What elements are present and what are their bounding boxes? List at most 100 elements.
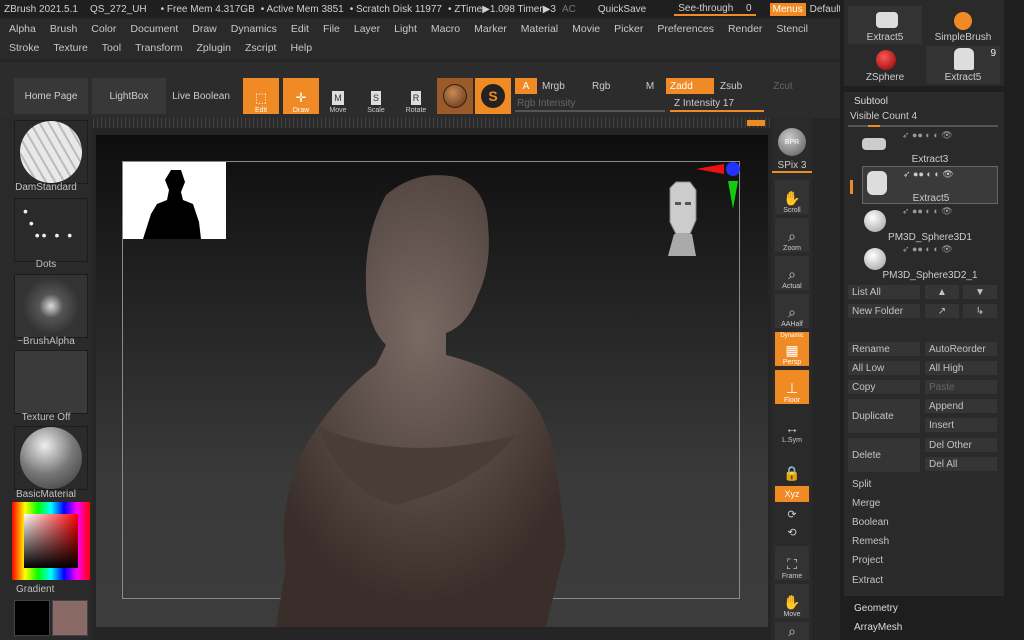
tool-zsphere[interactable]: ZSphere (848, 46, 922, 84)
tool-extract5-a[interactable]: Extract5 (848, 6, 922, 44)
merge-section[interactable]: Merge (847, 495, 999, 511)
menu-transform[interactable]: Transform (135, 42, 182, 54)
lightbox-button[interactable]: LightBox (92, 78, 166, 114)
floor-button[interactable]: ⊥ Floor (775, 370, 809, 404)
zadd-button[interactable]: Zadd (666, 78, 714, 94)
menu-dynamics[interactable]: Dynamics (231, 23, 277, 35)
subtool-controls[interactable]: ➶ ●● ◐ ◐ 👁 (902, 244, 953, 255)
aahalf-button[interactable]: ⌕ AAHalf (775, 294, 809, 328)
frame-button[interactable]: ⛶ Frame (775, 546, 809, 580)
menu-movie[interactable]: Movie (572, 23, 600, 35)
del-all-button[interactable]: Del All (924, 456, 998, 472)
subtool-item-selected[interactable]: ➶ ●● ◐ ◐ 👁 Extract5 (862, 166, 998, 204)
menu-edit[interactable]: Edit (291, 23, 309, 35)
subtool-item[interactable]: ➶ ●● ◐ ◐ 👁 PM3D_Sphere3D1 (862, 206, 998, 244)
menu-light[interactable]: Light (394, 23, 417, 35)
rotate-button[interactable]: R Rotate (398, 78, 434, 114)
remesh-section[interactable]: Remesh (847, 533, 999, 549)
duplicate-button[interactable]: Duplicate (847, 398, 921, 434)
secondary-color-swatch[interactable] (52, 600, 88, 636)
seethrough-slider[interactable]: See-through 0 (674, 3, 756, 16)
sculptris-button[interactable]: S (475, 78, 511, 114)
menu-picker[interactable]: Picker (614, 23, 643, 35)
material-selector[interactable] (14, 426, 88, 490)
alpha-selector[interactable] (14, 274, 88, 338)
append-button[interactable]: Append (924, 398, 998, 414)
live-boolean-button[interactable]: Live Boolean (166, 78, 236, 114)
paste-button[interactable]: Paste (924, 379, 998, 395)
all-low-button[interactable]: All Low (847, 360, 921, 376)
rotate-y-button[interactable]: ⟳ (775, 506, 809, 524)
move-up-button[interactable]: ▲ (924, 284, 960, 300)
sculpt-model[interactable] (216, 165, 636, 627)
a-button[interactable]: A (515, 78, 537, 94)
spix-slider[interactable]: SPix 3 (772, 160, 812, 173)
color-picker[interactable] (12, 502, 90, 580)
edit-button[interactable]: ⬚ Edit (243, 78, 279, 114)
menu-texture[interactable]: Texture (53, 42, 87, 54)
mrgb-button[interactable]: Mrgb (538, 78, 586, 94)
arraymesh-section[interactable]: ArrayMesh (850, 619, 1000, 635)
del-other-button[interactable]: Del Other (924, 437, 998, 453)
all-high-button[interactable]: All High (924, 360, 998, 376)
z-intensity-slider[interactable]: Z Intensity 17 (670, 96, 764, 112)
menu-stencil[interactable]: Stencil (776, 23, 808, 35)
main-color-swatch[interactable] (14, 600, 50, 636)
material-swatch-button[interactable] (437, 78, 473, 114)
home-page-button[interactable]: Home Page (14, 78, 88, 114)
quicksave-button[interactable]: QuickSave (598, 4, 646, 15)
subtool-item[interactable]: ➶ ●● ◐ ◐ 👁 PM3D_Sphere3D2_1 (862, 244, 998, 282)
scale-button[interactable]: S Scale (358, 78, 394, 114)
axis-gizmo[interactable] (696, 161, 744, 211)
folder-up-button[interactable]: ↗ (924, 303, 960, 319)
tool-simplebrush[interactable]: SimpleBrush (926, 6, 1000, 44)
color-picker-square[interactable] (24, 514, 78, 568)
menu-layer[interactable]: Layer (354, 23, 380, 35)
zsub-button[interactable]: Zsub (716, 78, 764, 94)
zoom-button[interactable]: ⌕ Zoom (775, 218, 809, 252)
menu-document[interactable]: Document (130, 23, 178, 35)
split-section[interactable]: Split (847, 476, 999, 492)
menu-marker[interactable]: Marker (474, 23, 507, 35)
scroll-button[interactable]: ✋ Scroll (775, 180, 809, 214)
subtool-scrollbar[interactable] (850, 180, 853, 194)
tool-extract5-b[interactable]: 9 Extract5 (926, 46, 1000, 84)
xyz-button[interactable]: Xyz (775, 486, 809, 502)
zoom-view-button[interactable]: ⌕ (775, 622, 809, 640)
geometry-section[interactable]: Geometry (850, 600, 1000, 616)
menu-draw[interactable]: Draw (192, 23, 217, 35)
zcut-button[interactable]: Zcut (768, 78, 798, 94)
brush-selector[interactable] (14, 120, 88, 184)
persp-button[interactable]: Dynamic ▦ Persp (775, 332, 809, 366)
folder-down-button[interactable]: ↳ (962, 303, 998, 319)
subtool-controls[interactable]: ➶ ●● ◐ ◐ 👁 (902, 130, 953, 141)
rgb-button[interactable]: Rgb (588, 78, 636, 94)
copy-button[interactable]: Copy (847, 379, 921, 395)
draw-button[interactable]: ✛ Draw (283, 78, 319, 114)
bpr-button[interactable]: BPR (775, 122, 809, 156)
actual-button[interactable]: ⌕ Actual (775, 256, 809, 290)
move-down-button[interactable]: ▼ (962, 284, 998, 300)
texture-selector[interactable] (14, 350, 88, 414)
menu-render[interactable]: Render (728, 23, 762, 35)
subtool-controls[interactable]: ➶ ●● ◐ ◐ 👁 (903, 169, 954, 180)
subtool-controls[interactable]: ➶ ●● ◐ ◐ 👁 (902, 206, 953, 217)
menu-preferences[interactable]: Preferences (657, 23, 714, 35)
navigation-head-gizmo[interactable] (664, 180, 700, 258)
lock-button[interactable]: 🔒 (775, 448, 809, 482)
menu-stroke[interactable]: Stroke (9, 42, 39, 54)
subtool-item[interactable]: ➶ ●● ◐ ◐ 👁 Extract3 (862, 128, 998, 166)
menu-brush[interactable]: Brush (50, 23, 77, 35)
lsym-button[interactable]: ↔ L.Sym (775, 410, 809, 444)
menu-file[interactable]: File (323, 23, 340, 35)
rename-button[interactable]: Rename (847, 341, 921, 357)
menu-zscript[interactable]: Zscript (245, 42, 277, 54)
menu-tool[interactable]: Tool (102, 42, 121, 54)
project-section[interactable]: Project (847, 552, 999, 568)
menu-material[interactable]: Material (521, 23, 558, 35)
extract-section[interactable]: Extract (847, 572, 999, 588)
visible-count-slider[interactable]: Visible Count 4 (848, 111, 998, 127)
menu-alpha[interactable]: Alpha (9, 23, 36, 35)
delete-button[interactable]: Delete (847, 437, 921, 473)
document-canvas[interactable] (96, 135, 768, 627)
